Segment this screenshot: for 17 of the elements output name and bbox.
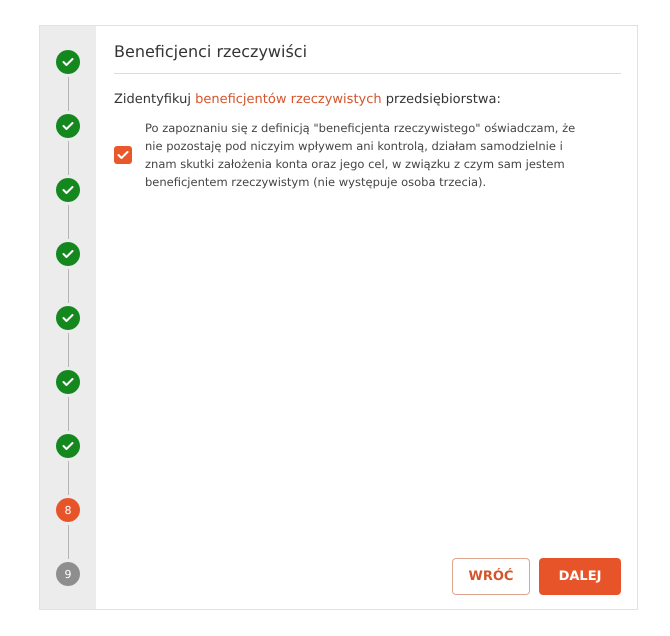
check-icon	[62, 249, 74, 259]
check-icon	[62, 377, 74, 387]
step-number: 9	[56, 562, 80, 586]
section-title: Beneficjenci rzeczywiści	[114, 42, 621, 74]
back-button[interactable]: WRÓĆ	[452, 558, 530, 595]
declaration-checkbox[interactable]	[114, 146, 132, 164]
beneficiaries-link[interactable]: beneficjentów rzeczywistych	[195, 92, 382, 107]
intro-text: Zidentyfikuj beneficjentów rzeczywistych przedsiębiorstwa:	[114, 92, 502, 107]
declaration-text: Po zapoznaniu się z definicją "beneficjenta rzeczywistego" oświadczam, że nie pozostaję pod niczyim wpływem ani kontrolą, działam samodzielnie i znam skutki założenia konta oraz jego cel, w związku z czym sam jestem beneficjentem rzeczywistym (nie występuje osoba trzecia).	[145, 120, 576, 191]
check-icon	[62, 313, 74, 323]
check-icon	[62, 121, 74, 131]
check-icon	[117, 150, 129, 160]
step-number: 8	[56, 498, 80, 522]
next-button[interactable]: DALEJ	[539, 558, 621, 595]
check-icon	[62, 441, 74, 451]
check-icon	[62, 185, 74, 195]
check-icon	[62, 57, 74, 67]
